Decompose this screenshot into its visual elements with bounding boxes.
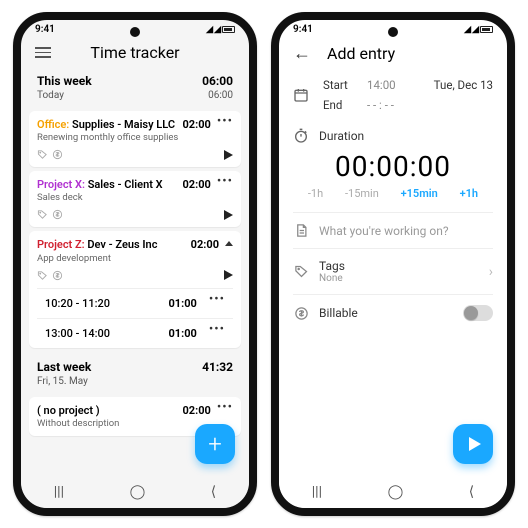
- week-header: Last week 41:32: [29, 354, 241, 376]
- more-icon[interactable]: •••: [217, 178, 233, 186]
- calendar-icon: [293, 87, 309, 103]
- nav-back-icon[interactable]: ⟨: [469, 484, 474, 500]
- divider: [293, 212, 493, 213]
- tags-field[interactable]: Tags None ›: [279, 251, 507, 292]
- entry-card[interactable]: Office: Supplies - Maisy LLC Renewing mo…: [29, 111, 241, 167]
- start-button[interactable]: [453, 424, 493, 464]
- camera-dot: [130, 27, 140, 37]
- page-title: Time tracker: [65, 43, 205, 62]
- chevron-right-icon: ›: [489, 264, 493, 280]
- adj-minus-1h[interactable]: -1h: [308, 187, 323, 200]
- tag-icon: [37, 209, 48, 220]
- week-subheader: Today 06:00: [29, 90, 241, 107]
- signal-icon: ◢: [464, 25, 470, 35]
- status-time: 9:41: [293, 24, 313, 35]
- description-field[interactable]: What you're working on?: [279, 215, 507, 246]
- tag-icon: [37, 149, 48, 160]
- more-icon[interactable]: •••: [217, 404, 233, 412]
- adj-plus-15m[interactable]: +15min: [401, 187, 438, 200]
- menu-icon[interactable]: [35, 47, 53, 58]
- sub-entry[interactable]: 10:20 - 11:20 01:00•••: [37, 288, 233, 318]
- nav-home-icon[interactable]: ◯: [388, 484, 404, 500]
- play-button[interactable]: [224, 270, 233, 280]
- entry-card-expanded[interactable]: Project Z: Dev - Zeus Inc App developmen…: [29, 231, 241, 347]
- divider: [293, 248, 493, 249]
- week-header: This week 06:00: [29, 68, 241, 90]
- billable-icon: [293, 306, 309, 321]
- nav-recent-icon[interactable]: |||: [312, 484, 322, 500]
- billable-toggle[interactable]: [463, 305, 493, 321]
- duration-adjust: -1h -15min +15min +1h: [279, 187, 507, 210]
- stopwatch-icon: [293, 128, 309, 144]
- nav-recent-icon[interactable]: |||: [54, 484, 64, 500]
- android-navbar: ||| ◯ ⟨: [21, 476, 249, 508]
- chevron-up-icon[interactable]: [225, 241, 233, 246]
- nav-back-icon[interactable]: ⟨: [211, 484, 216, 500]
- play-button[interactable]: [224, 150, 233, 160]
- billable-icon: [52, 149, 63, 160]
- nav-home-icon[interactable]: ◯: [130, 484, 146, 500]
- camera-dot: [388, 27, 398, 37]
- divider: [293, 294, 493, 295]
- play-button[interactable]: [224, 210, 233, 220]
- duration-label-row: Duration: [279, 120, 507, 144]
- date-section[interactable]: Start 14:00 Tue, Dec 13 End - - : - -: [279, 70, 507, 120]
- signal-icon: ◢: [214, 25, 220, 35]
- duration-value[interactable]: 00:00:00: [279, 150, 507, 183]
- adj-minus-15m[interactable]: -15min: [345, 187, 379, 200]
- more-icon[interactable]: •••: [217, 118, 233, 126]
- app-bar: Time tracker: [21, 37, 249, 68]
- adj-plus-1h[interactable]: +1h: [460, 187, 478, 200]
- signal-icon: ◢: [472, 25, 478, 35]
- status-time: 9:41: [35, 24, 55, 35]
- billable-icon: [52, 270, 63, 281]
- more-icon[interactable]: •••: [209, 326, 225, 340]
- add-button[interactable]: +: [195, 424, 235, 464]
- billable-icon: [52, 209, 63, 220]
- note-icon: [293, 223, 309, 238]
- app-bar: ← Add entry: [279, 37, 507, 70]
- signal-icon: ◢: [206, 25, 212, 35]
- sub-entry[interactable]: 13:00 - 14:00 01:00•••: [37, 318, 233, 348]
- week-subheader: Fri, 15. May: [29, 376, 241, 393]
- battery-icon: [222, 26, 235, 33]
- page-title: Add entry: [327, 44, 493, 63]
- tag-icon: [37, 270, 48, 281]
- more-icon[interactable]: •••: [209, 296, 225, 310]
- entry-card[interactable]: Project X: Sales - Client X Sales deck 0…: [29, 171, 241, 227]
- phone-add-entry: 9:41 ◢◢ ← Add entry Start 14:00 Tue, Dec…: [271, 12, 515, 516]
- back-icon[interactable]: ←: [293, 43, 311, 64]
- battery-icon: [480, 26, 493, 33]
- tag-icon: [293, 264, 309, 279]
- phone-time-tracker: 9:41 ◢◢ Time tracker This week 06:00 Tod…: [13, 12, 257, 516]
- billable-field[interactable]: Billable: [279, 297, 507, 329]
- android-navbar: ||| ◯ ⟨: [279, 476, 507, 508]
